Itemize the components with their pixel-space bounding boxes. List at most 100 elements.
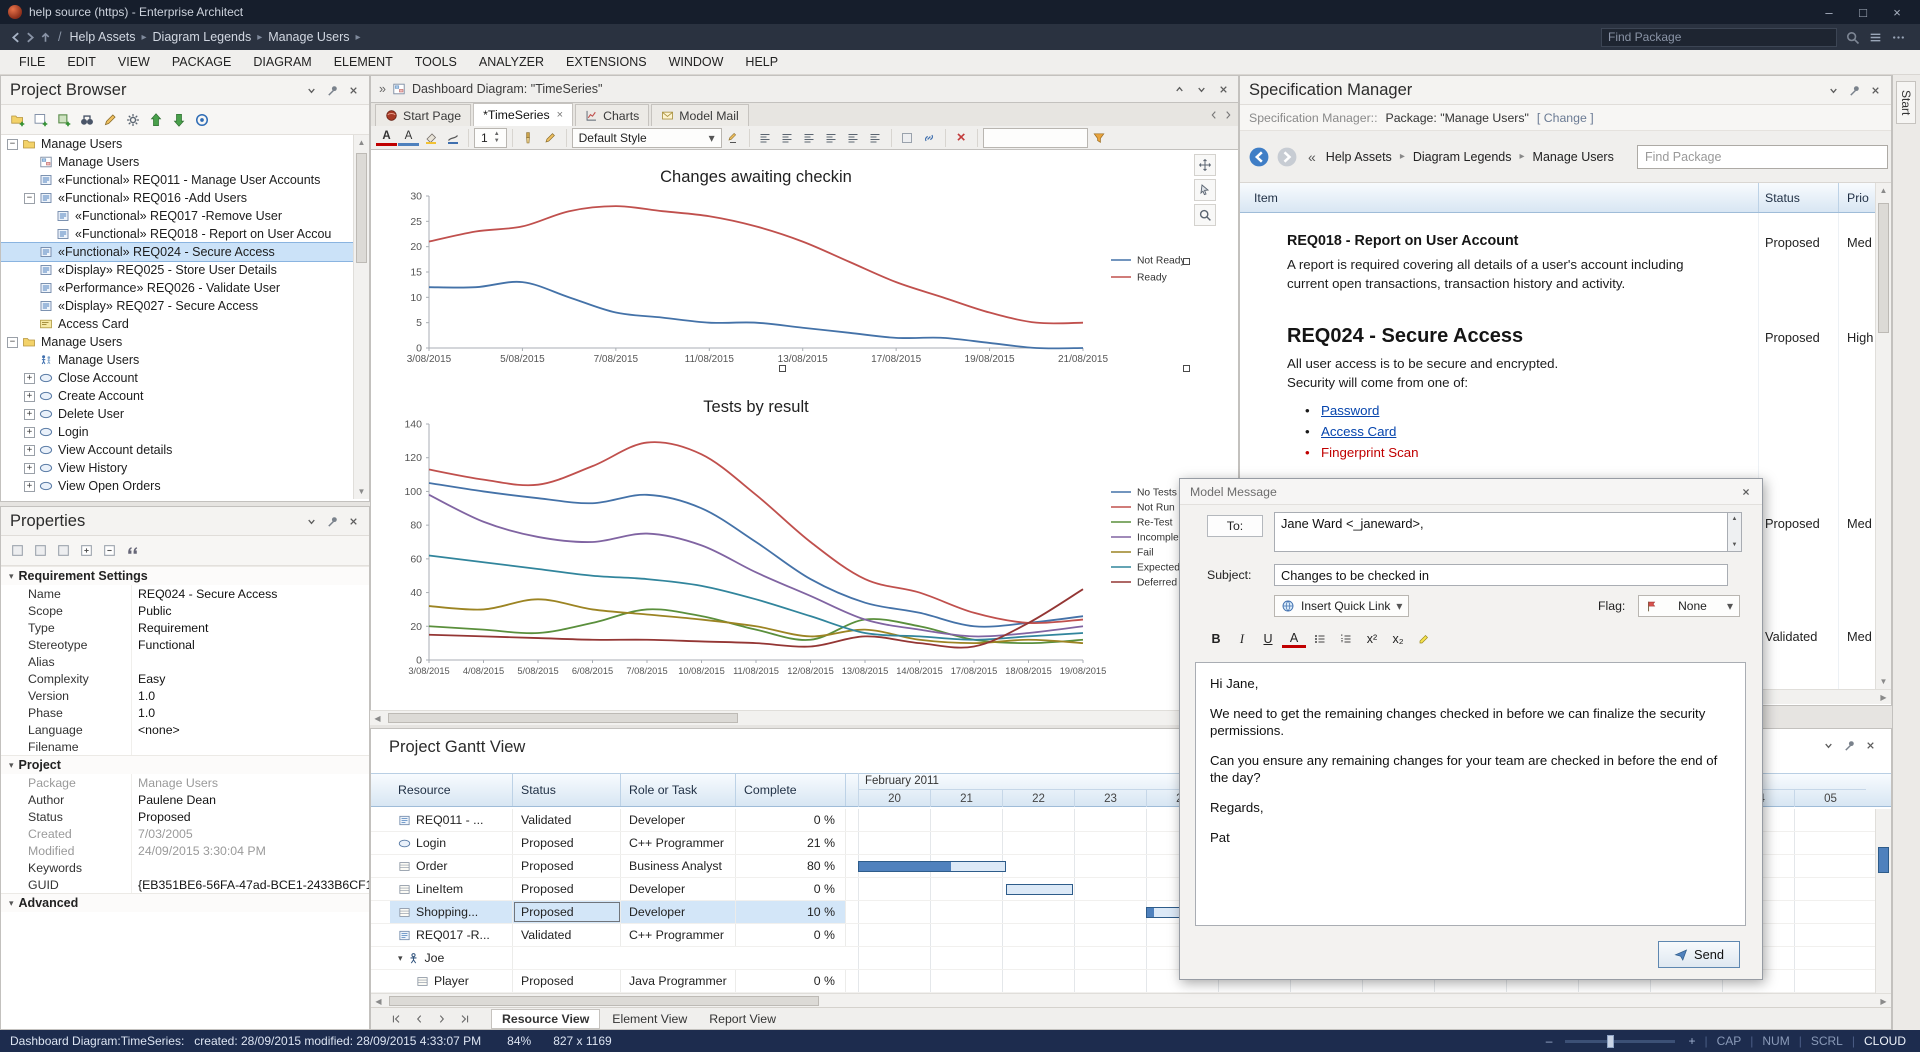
selection-handle[interactable] — [1183, 258, 1190, 265]
dropdown-icon[interactable] — [1195, 83, 1208, 96]
sort-az-icon-button[interactable] — [30, 540, 51, 561]
message-body[interactable]: Hi Jane,We need to get the remaining cha… — [1195, 662, 1746, 926]
statusbar-toggle-scrl[interactable]: SCRL — [1811, 1034, 1843, 1048]
forward-icon[interactable] — [23, 30, 38, 45]
canvas-horizontal-scrollbar[interactable]: ◀▶ — [370, 710, 1239, 725]
stacked-icon-button[interactable] — [53, 540, 74, 561]
spec-breadcrumb-item[interactable]: Diagram Legends — [1411, 150, 1514, 164]
menu-package[interactable]: PACKAGE — [161, 50, 243, 75]
dropdown-icon[interactable] — [1827, 84, 1840, 97]
gantt-cell-resource[interactable]: REQ011 - ... — [390, 809, 513, 831]
new-package-icon-button[interactable] — [7, 109, 28, 130]
property-row[interactable]: Version1.0 — [1, 687, 369, 704]
pin-icon[interactable] — [326, 84, 339, 97]
property-row[interactable]: PackageManage Users — [1, 774, 369, 791]
quotes-icon-button[interactable] — [122, 540, 143, 561]
spec-item-priority[interactable]: Med — [1847, 235, 1872, 250]
line-color-icon-button[interactable] — [442, 128, 463, 148]
edit-icon-button[interactable] — [99, 109, 120, 130]
gantt-bar[interactable] — [858, 861, 1006, 872]
gantt-cell-resource[interactable]: LineItem — [390, 878, 513, 900]
gantt-cell-status[interactable]: Proposed — [513, 855, 621, 877]
dropdown-icon[interactable] — [1822, 739, 1835, 752]
tree-item[interactable]: Manage Users — [1, 153, 353, 171]
gantt-cell-resource[interactable]: Player — [390, 970, 513, 992]
select-icon-button[interactable] — [1194, 179, 1216, 201]
close-button[interactable]: × — [1880, 0, 1914, 24]
fill-color-icon-button[interactable] — [420, 128, 441, 148]
statusbar-toggle-cloud[interactable]: CLOUD — [1864, 1034, 1906, 1048]
align-left-icon-button[interactable] — [755, 128, 776, 148]
tree-item[interactable]: −«Functional» REQ016 -Add Users — [1, 189, 353, 207]
tree-item[interactable]: +Login — [1, 423, 353, 441]
gantt-cell-resource[interactable]: REQ017 -R... — [390, 924, 513, 946]
font-color-icon-button[interactable]: A — [376, 129, 397, 146]
spec-item-priority[interactable]: Med — [1847, 629, 1872, 644]
view-tab-report-view[interactable]: Report View — [699, 1010, 786, 1028]
gantt-cell-status[interactable]: Proposed — [513, 832, 621, 854]
scroll-up-icon[interactable]: ▲ — [1732, 516, 1738, 522]
collapse-crumb-icon[interactable]: « — [1308, 149, 1316, 165]
format-brush-icon-button[interactable] — [518, 128, 539, 148]
spec-item-priority[interactable]: High — [1847, 330, 1873, 345]
gantt-cell-resource[interactable]: Login — [390, 832, 513, 854]
tab-charts[interactable]: Charts — [575, 104, 649, 126]
back-icon[interactable] — [8, 30, 23, 45]
scroll-down-icon[interactable]: ▼ — [1876, 674, 1891, 689]
locate-icon-button[interactable] — [191, 109, 212, 130]
align-middle-icon-button[interactable] — [843, 128, 864, 148]
search-icon[interactable] — [1845, 30, 1860, 45]
close-icon[interactable] — [347, 84, 360, 97]
menu-tools[interactable]: TOOLS — [404, 50, 468, 75]
gantt-cell-complete[interactable]: 21 % — [736, 832, 846, 854]
property-section-advanced[interactable]: ▾Advanced — [1, 893, 369, 912]
close-icon[interactable] — [1864, 739, 1877, 752]
spec-item-status[interactable]: Proposed — [1765, 330, 1820, 345]
tree-item[interactable]: «Functional» REQ018 - Report on User Acc… — [1, 225, 353, 243]
spec-item-priority[interactable]: Med — [1847, 516, 1872, 531]
zoom-icon-button[interactable] — [1194, 204, 1216, 226]
property-row[interactable]: Modified24/09/2015 3:30:04 PM — [1, 842, 369, 859]
gantt-bar[interactable] — [1006, 884, 1073, 895]
gantt-cell-resource[interactable]: ▾Joe — [390, 947, 513, 969]
forward-circle-icon[interactable] — [1276, 146, 1298, 168]
expand-icon[interactable]: + — [24, 373, 35, 384]
property-row[interactable]: Keywords — [1, 859, 369, 876]
scroll-left-icon[interactable]: ◀ — [370, 711, 385, 726]
flag-dropdown[interactable]: None ▾ — [1638, 595, 1740, 617]
line-width-spinner[interactable]: 1▲▼ — [474, 128, 507, 148]
spec-breadcrumb-item[interactable]: Manage Users — [1531, 150, 1616, 164]
tree-item[interactable]: −Manage Users — [1, 135, 353, 153]
property-row[interactable]: ScopePublic — [1, 602, 369, 619]
group-collapse-icon[interactable]: ▾ — [398, 953, 403, 964]
options-icon-button[interactable] — [122, 109, 143, 130]
zoom-box[interactable] — [983, 128, 1088, 148]
dropdown-icon[interactable] — [305, 84, 318, 97]
scroll-up-icon[interactable]: ▲ — [1876, 183, 1891, 198]
delete-icon-button[interactable]: × — [951, 128, 972, 148]
next-icon-button[interactable] — [431, 1008, 452, 1029]
column-header-resource[interactable]: Resource — [390, 774, 513, 806]
gantt-cell-role[interactable]: Developer — [621, 878, 736, 900]
property-row[interactable]: StatusProposed — [1, 808, 369, 825]
spec-item[interactable]: REQ018 - Report on User AccountProposedM… — [1240, 233, 1891, 293]
tree-item[interactable]: +View Open Orders — [1, 477, 353, 495]
move-up-icon-button[interactable] — [145, 109, 166, 130]
gantt-cell-status[interactable]: Validated — [513, 809, 621, 831]
chart-changes-awaiting-checkin[interactable]: Changes awaiting checkin0510152025303/08… — [371, 158, 1239, 388]
zoom-slider-thumb[interactable] — [1607, 1035, 1614, 1048]
menu-help[interactable]: HELP — [734, 50, 789, 75]
gantt-cell-role[interactable]: Java Programmer — [621, 970, 736, 992]
spec-column-item[interactable]: Item — [1254, 183, 1278, 212]
expand-icon[interactable]: + — [24, 427, 35, 438]
property-row[interactable]: GUID{EB351BE6-56FA-47ad-BCE1-2433B6CF1..… — [1, 876, 369, 893]
new-element-icon-button[interactable] — [53, 109, 74, 130]
property-row[interactable]: TypeRequirement — [1, 619, 369, 636]
tree-item[interactable]: «Display» REQ027 - Secure Access — [1, 297, 353, 315]
property-row[interactable]: Alias — [1, 653, 369, 670]
align-right-icon-button[interactable] — [799, 128, 820, 148]
start-tab[interactable]: Start — [1896, 81, 1916, 124]
superscript-icon[interactable]: x² — [1360, 629, 1384, 649]
diagram-canvas[interactable]: Changes awaiting checkin0510152025303/08… — [370, 150, 1239, 710]
appearance-icon-button[interactable] — [897, 128, 918, 148]
